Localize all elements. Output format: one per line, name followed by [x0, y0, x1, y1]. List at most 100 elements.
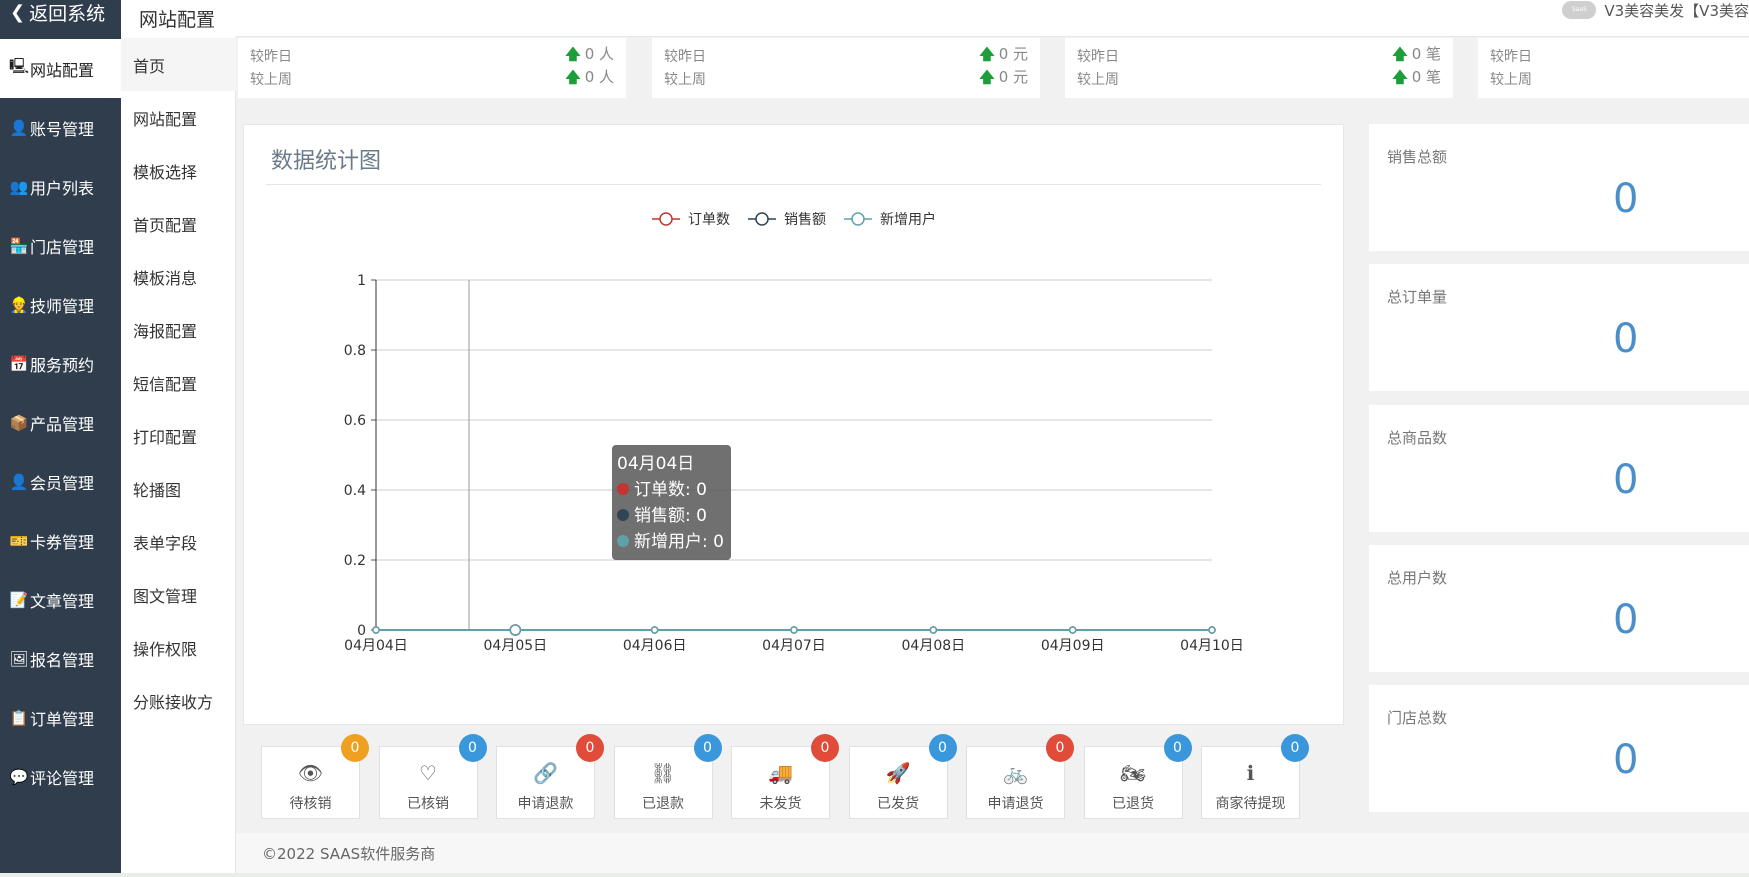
tooltip-dot	[617, 509, 629, 521]
calendar-icon: 📅	[9, 354, 29, 373]
summary-card: 总订单量 0	[1369, 264, 1749, 391]
sidebar-item-3[interactable]: 🏪 门店管理	[0, 216, 121, 275]
order-status-label: 待核销	[289, 796, 332, 812]
sidebar-item-label: 门店管理	[30, 237, 95, 257]
submenu-item-8[interactable]: 轮播图	[121, 462, 236, 515]
chart-panel: 数据统计图 0 0.2 0.4 0.6 0.8 1 04月04日 04月05日 04月06日 04…	[243, 124, 1344, 725]
x-tick-label: 04月09日	[1041, 638, 1105, 654]
stat-value-text: 0 人	[584, 44, 614, 63]
summary-value: 0	[1613, 597, 1639, 643]
user-list-icon: 👥	[9, 177, 29, 196]
submenu-list: 首页 网站配置 模板选择 首页配置 模板消息 海报配置 短信配置 打印配置 轮播图 表单字段 图文管…	[121, 38, 236, 727]
sidebar-item-11[interactable]: 📋 订单管理	[0, 688, 121, 747]
sidebar-item-6[interactable]: 📦 产品管理	[0, 393, 121, 452]
sidebar-item-5[interactable]: 📅 服务预约	[0, 334, 121, 393]
stat-row-day: 较昨日	[1490, 44, 1737, 67]
order-status-button[interactable]: ℹ 商家待提现 0	[1201, 734, 1309, 819]
arrow-up-icon: 🡅	[1392, 44, 1408, 63]
order-status-button[interactable]: 🚀 已发货 0	[848, 734, 957, 819]
submenu-item-6[interactable]: 短信配置	[121, 356, 236, 409]
stat-row-week: 较上周 🡅 0 笔	[1077, 67, 1441, 90]
saas-cloud-icon: SaaS	[1562, 1, 1597, 19]
order-status-label: 未发货	[759, 796, 802, 812]
sidebar-item-label: 订单管理	[30, 709, 95, 729]
arrow-up-icon: 🡅	[565, 67, 581, 86]
sidebar-item-0[interactable]: 🖳 网站配置	[0, 39, 121, 98]
stat-value: 🡅 0 人	[565, 66, 614, 92]
series-point	[372, 626, 380, 634]
order-status-button[interactable]: 👁 待核销 0	[261, 734, 369, 819]
submenu-item-12[interactable]: 分账接收方	[121, 674, 236, 727]
order-status-label: 申请退货	[987, 796, 1044, 812]
sidebar-item-12[interactable]: 💬 评论管理	[0, 747, 121, 806]
submenu-item-5[interactable]: 海报配置	[121, 303, 236, 356]
motorcycle-icon: 🏍	[1120, 761, 1146, 785]
sidebar-item-1[interactable]: 👤 账号管理	[0, 98, 121, 157]
count-badge: 0	[811, 734, 839, 762]
stat-row-day: 较昨日 🡅 0 人	[250, 44, 614, 67]
order-status-label: 申请退款	[517, 796, 574, 812]
sidebar-menu: 🖳 网站配置 👤 账号管理 👥 用户列表 🏪 门店管理 👷 技师管理 📅 服务预约 📦 产品管理 👤 会员管理…	[0, 39, 121, 806]
order-status-button[interactable]: ♡ 已核销 0	[378, 734, 487, 819]
submenu-item-2[interactable]: 模板选择	[121, 144, 236, 197]
order-status-button[interactable]: 🚲 申请退货 0	[966, 734, 1074, 819]
sidebar-item-2[interactable]: 👥 用户列表	[0, 157, 121, 216]
submenu-item-10[interactable]: 图文管理	[121, 568, 236, 621]
submenu-item-7[interactable]: 打印配置	[121, 409, 236, 462]
account-area[interactable]: SaaS V3美容美发【V3美容	[1562, 0, 1749, 20]
count-badge: 0	[341, 734, 369, 762]
arrow-up-icon: 🡅	[979, 67, 995, 86]
stat-value: 🡅 0 笔	[1392, 66, 1441, 92]
summary-value: 0	[1613, 176, 1639, 222]
y-tick-label: 0.2	[344, 553, 366, 569]
order-status-button[interactable]: 🏍 已退货 0	[1083, 734, 1192, 819]
legend-label: 订单数	[688, 212, 730, 228]
count-badge: 0	[928, 734, 957, 762]
submenu-item-11[interactable]: 操作权限	[121, 621, 236, 674]
submenu-item-3[interactable]: 首页配置	[121, 197, 236, 250]
sidebar-item-9[interactable]: 📝 文章管理	[0, 570, 121, 629]
arrow-up-icon: 🡅	[565, 44, 581, 63]
legend-marker	[659, 212, 673, 226]
submenu-item-9[interactable]: 表单字段	[121, 515, 236, 568]
x-tick-label: 04月05日	[484, 638, 548, 654]
sidebar-item-10[interactable]: 🖼 报名管理	[0, 629, 121, 688]
series-point	[650, 626, 659, 634]
legend-label: 销售额	[784, 212, 826, 228]
arrow-up-icon: 🡅	[979, 44, 995, 63]
y-tick-label: 1	[357, 273, 366, 289]
sidebar-item-7[interactable]: 👤 会员管理	[0, 452, 121, 511]
summary-card: 总用户数 0	[1369, 545, 1749, 672]
summary-card: 总商品数 0	[1369, 405, 1749, 532]
order-status-button[interactable]: 🚚 未发货 0	[731, 734, 839, 819]
tooltip-dot	[617, 483, 629, 495]
account-name[interactable]: V3美容美发【V3美容	[1604, 0, 1749, 21]
monitor-icon: 🖳	[9, 57, 30, 75]
summary-label: 门店总数	[1387, 709, 1448, 727]
bicycle-icon: 🚲	[1003, 761, 1028, 785]
info-icon: ℹ	[1246, 761, 1255, 785]
line-chart[interactable]: 0 0.2 0.4 0.6 0.8 1 04月04日 04月05日 04月06日 04月07日 04…	[244, 125, 1345, 726]
order-status-label: 已核销	[407, 796, 449, 812]
user-lock-icon: 👤	[9, 118, 29, 137]
summary-card: 门店总数 0	[1369, 685, 1749, 812]
sidebar-item-8[interactable]: 🎫 卡券管理	[0, 511, 121, 570]
back-label: 返回系统	[29, 2, 106, 25]
submenu-item-1[interactable]: 网站配置	[121, 91, 236, 144]
stat-row-week: 较上周 🡅 0 元	[664, 67, 1028, 90]
rocket-icon: 🚀	[885, 761, 911, 785]
order-status-button[interactable]: ⛓ 已退款 0	[613, 734, 722, 819]
tooltip-row: 新增用户: 0	[634, 532, 724, 552]
y-tick-label: 0.6	[344, 413, 366, 429]
submenu-item-4[interactable]: 模板消息	[121, 250, 236, 303]
chevron-left-icon: ❮	[10, 1, 26, 23]
back-to-system-button[interactable]: ❮ 返回系统	[0, 0, 121, 25]
tooltip-dot	[617, 535, 629, 547]
stat-card: 较昨日 较上周	[1478, 38, 1749, 98]
stat-row-week: 较上周 🡅 0 人	[250, 67, 614, 90]
submenu-item-0[interactable]: 首页	[121, 38, 236, 91]
order-icon: 📋	[9, 708, 29, 727]
order-status-button[interactable]: 🔗 申请退款 0	[496, 734, 604, 819]
sidebar-item-label: 报名管理	[30, 650, 95, 670]
sidebar-item-4[interactable]: 👷 技师管理	[0, 275, 121, 334]
